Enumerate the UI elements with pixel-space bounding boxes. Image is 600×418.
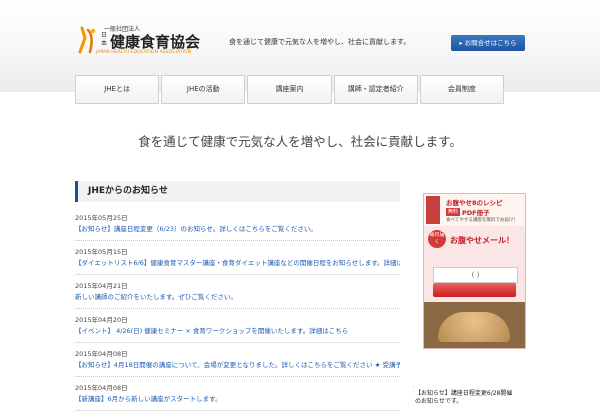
- logo-title: 健康食育協会: [110, 33, 201, 51]
- banner-daily-badge: 毎日届く: [428, 230, 446, 248]
- nav-item-membership[interactable]: 会員制度: [419, 75, 505, 104]
- nav-item-instructors[interactable]: 講師・認定者紹介: [333, 75, 418, 104]
- sidebar-news-link-cont[interactable]: のお知らせです。: [415, 396, 462, 405]
- booklet-image: [426, 196, 440, 224]
- rice-bowl-image: [438, 312, 510, 342]
- news-item: 2015年05月25日 【お知らせ】講座日程変更（6/23）のお知らせ。詳しくは…: [75, 214, 400, 241]
- news-item: 2015年04月21日 新しい講師のご紹介をいたします。ぜひご覧ください。: [75, 282, 400, 309]
- news-date: 2015年04月08日: [75, 350, 128, 358]
- news-date: 2015年04月21日: [75, 282, 128, 290]
- banner-recipe-text: お腹やせ8のレシピ: [446, 199, 503, 207]
- news-item: 2015年04月08日 【新講座】6月から新しい講座がスタートします。: [75, 384, 400, 411]
- page-headline: 食を通じて健康で元気な人を増やし、社会に貢献します。: [138, 134, 462, 149]
- banner-pdf-text: PDF冊子: [462, 209, 490, 217]
- news-link[interactable]: 【お知らせ】4月18日開催の講座について、会場が変更となりました。詳しくはこちら…: [75, 361, 400, 370]
- logo-mark-icon: [78, 26, 96, 54]
- email-input[interactable]: ( ): [433, 267, 518, 283]
- food-photo: [424, 302, 525, 348]
- nav-item-about[interactable]: JHEとは: [75, 75, 160, 104]
- banner-top: お腹やせ8のレシピ 無料 PDF冊子 食べてやせる講座を無料でお届け！: [424, 194, 525, 226]
- news-item: 2015年04月20日 【イベント】 4/26(日) 健康セミナー × 食育ワー…: [75, 316, 400, 343]
- banner-mail-title: お腹やせメール！: [450, 236, 514, 245]
- logo-english-name: JAPAN HEALTH EDUCATION ASSOCIATION: [96, 50, 192, 55]
- header-tagline: 食を通じて健康で元気な人を増やし、社会に貢献します。: [229, 38, 411, 46]
- news-item: 2015年04月08日 【お知らせ】4月18日開催の講座について、会場が変更とな…: [75, 350, 400, 377]
- news-section: JHEからのお知らせ 2015年05月25日 【お知らせ】講座日程変更（6/23…: [75, 181, 400, 418]
- news-date: 2015年05月25日: [75, 214, 128, 222]
- news-link[interactable]: 新しい講師のご紹介をいたします。ぜひご覧ください。: [75, 293, 400, 302]
- mail-signup-banner[interactable]: お腹やせ8のレシピ 無料 PDF冊子 食べてやせる講座を無料でお届け！ 毎日届く…: [423, 193, 526, 349]
- news-heading: JHEからのお知らせ: [75, 181, 400, 202]
- news-link[interactable]: 【イベント】 4/26(日) 健康セミナー × 食育ワークショップを開催いたしま…: [75, 327, 400, 336]
- nav-item-activities[interactable]: JHEの活動: [161, 75, 246, 104]
- news-link[interactable]: 【お知らせ】講座日程変更（6/23）のお知らせ。詳しくはこちらをご覧ください。: [75, 225, 400, 234]
- banner-subtext: 食べてやせる講座を無料でお届け！: [446, 218, 518, 223]
- contact-button[interactable]: ▸ お問合せはこちら: [451, 35, 525, 51]
- news-date: 2015年05月15日: [75, 248, 128, 256]
- nav-item-courses[interactable]: 講座案内: [247, 75, 332, 104]
- news-item: 2015年05月15日 【ダイエットリスト6/6】健康食育マスター講座・食育ダイ…: [75, 248, 400, 275]
- banner-free-badge: 無料: [446, 208, 461, 216]
- signup-submit-button[interactable]: [433, 283, 516, 297]
- global-nav: JHEとは JHEの活動 講座案内 講師・認定者紹介 会員制度: [75, 75, 505, 104]
- site-logo[interactable]: 一般社団法人 日本 健康食育協会 JAPAN HEALTH EDUCATION …: [76, 26, 216, 56]
- news-link[interactable]: 【ダイエットリスト6/6】健康食育マスター講座・食育ダイエット講座などの開催日程…: [75, 259, 400, 268]
- news-date: 2015年04月20日: [75, 316, 128, 324]
- news-date: 2015年04月08日: [75, 384, 128, 392]
- logo-vertical-text: 日本: [101, 32, 108, 47]
- news-list: 2015年05月25日 【お知らせ】講座日程変更（6/23）のお知らせ。詳しくは…: [75, 214, 400, 411]
